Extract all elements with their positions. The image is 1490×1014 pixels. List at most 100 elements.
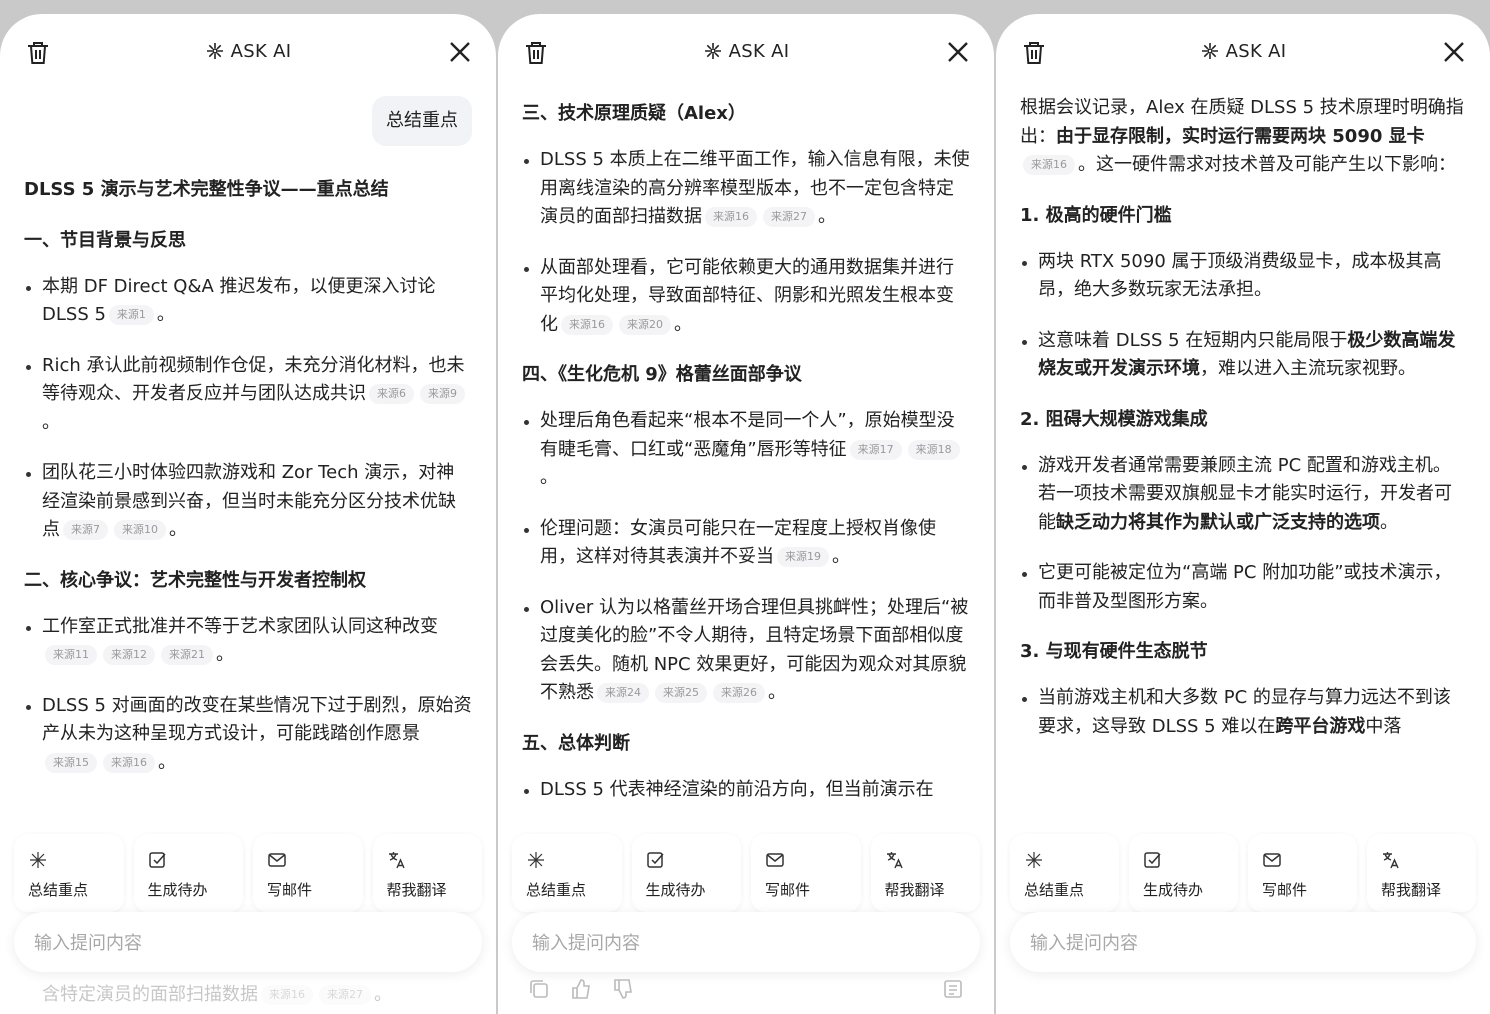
chat-content: 根据会议记录，Alex 在质疑 DLSS 5 技术原理时明确指出：由于显存限制，… — [1020, 94, 1466, 741]
source-tag[interactable]: 来源11 — [45, 645, 97, 665]
summary-icon — [30, 852, 46, 868]
trash-icon[interactable] — [26, 40, 50, 66]
section-heading: 四、《生化危机 9》格蕾丝面部争议 — [522, 364, 802, 385]
chat-content: 总结重点 DLSS 5 演示与艺术完整性争议——重点总结 一、节目背景与反思 本… — [24, 96, 472, 777]
list-item: 本期 DF Direct Q&A 推迟发布，以便更深入讨论 DLSS 5 来源1。 — [24, 273, 472, 330]
quick-actions: 总结重点 生成待办 写邮件 帮我翻译 — [14, 834, 482, 914]
ask-ai-panel-2: ASK AI 三、技术原理质疑（Alex） DLSS 5 本质上在二维平面工作，… — [498, 14, 994, 1014]
ai-sparkle-icon — [206, 43, 223, 59]
summarize-button[interactable]: 总结重点 — [14, 834, 124, 912]
section-heading: 二、核心争议：艺术完整性与开发者控制权 — [24, 569, 366, 591]
close-icon[interactable] — [946, 40, 970, 64]
source-tag[interactable]: 来源18 — [907, 439, 960, 460]
panel-header: ASK AI — [498, 14, 994, 90]
source-tag[interactable]: 来源26 — [713, 683, 765, 703]
chat-content: 三、技术原理质疑（Alex） DLSS 5 本质上在二维平面工作，输入信息有限，… — [522, 96, 970, 804]
thumbs-up-icon[interactable] — [570, 978, 592, 1000]
source-tag[interactable]: 来源17 — [849, 439, 902, 460]
summary-title: DLSS 5 演示与艺术完整性争议——重点总结 — [24, 179, 389, 200]
answer-intro: 根据会议记录，Alex 在质疑 DLSS 5 技术原理时明确指出：由于显存限制，… — [1020, 97, 1464, 175]
translate-button[interactable]: 帮我翻译 — [372, 834, 482, 912]
ai-sparkle-icon — [1201, 43, 1218, 59]
section-heading: 三、技术原理质疑（Alex） — [522, 103, 746, 124]
question-input[interactable]: 输入提问内容 — [14, 912, 482, 972]
source-tag[interactable]: 来源16 — [705, 207, 757, 227]
list-item: Rich 承认此前视频制作仓促，未充分消化材料，也未等待观众、开发者反应并与团队… — [24, 352, 472, 438]
todo-button[interactable]: 生成待办 — [133, 834, 243, 912]
list-item: 处理后角色看起来“根本不是同一个人”，原始模型没有睫毛膏、口红或“恶魔角”唇形等… — [522, 407, 970, 493]
question-input[interactable]: 输入提问内容 — [1010, 912, 1476, 972]
list-item: Oliver 认为以格蕾丝开场合理但具挑衅性；处理后“被过度美化的脸”不令人期待… — [522, 594, 970, 708]
quick-actions: 总结重点 生成待办 写邮件 帮我翻译 — [1010, 834, 1476, 914]
trash-icon[interactable] — [524, 40, 548, 66]
translate-icon — [1383, 852, 1399, 869]
email-button[interactable]: 写邮件 — [1248, 834, 1357, 912]
ask-ai-panel-1: ASK AI 总结重点 DLSS 5 演示与艺术完整性争议——重点总结 一、节目… — [0, 14, 496, 1014]
section-heading: 五、总体判断 — [522, 732, 630, 754]
source-tag[interactable]: 来源10 — [114, 520, 166, 540]
source-tag[interactable]: 来源19 — [777, 547, 829, 567]
section-heading: 一、节目背景与反思 — [24, 229, 186, 251]
list-item: DLSS 5 对画面的改变在某些情况下过于剧烈，原始资产从未为这种呈现方式设计，… — [24, 692, 472, 778]
page-title: ASK AI — [1225, 40, 1287, 62]
list-item: 从面部处理看，它可能依赖更大的通用数据集并进行平均化处理，导致面部特征、阴影和光… — [522, 254, 970, 340]
panel-header: ASK AI — [996, 14, 1490, 90]
translate-icon — [388, 852, 405, 869]
list-item: 两块 RTX 5090 属于顶级消费级显卡，成本极其高昂，绝大多数玩家无法承担。 — [1020, 248, 1466, 305]
question-input[interactable]: 输入提问内容 — [512, 912, 980, 972]
close-icon[interactable] — [1442, 40, 1466, 64]
mail-icon — [268, 853, 286, 867]
mail-icon — [1263, 853, 1281, 867]
source-tag[interactable]: 来源25 — [655, 683, 707, 703]
trash-icon[interactable] — [1022, 40, 1046, 66]
quick-actions: 总结重点 生成待办 写邮件 帮我翻译 — [512, 834, 980, 914]
source-tag[interactable]: 来源16 — [1023, 155, 1075, 175]
message-toolbar — [526, 978, 966, 1002]
list-item: 游戏开发者通常需要兼顾主流 PC 配置和游戏主机。若一项技术需要双旗舰显卡才能实… — [1020, 452, 1466, 538]
todo-button[interactable]: 生成待办 — [1129, 834, 1238, 912]
section-heading: 1. 极高的硬件门槛 — [1020, 204, 1172, 226]
checkbox-icon — [148, 852, 166, 868]
source-tag[interactable]: 来源15 — [45, 752, 97, 773]
thumbs-down-icon[interactable] — [612, 978, 634, 1000]
list-item: 它更可能被定位为“高端 PC 附加功能”或技术演示，而非普及型图形方案。 — [1020, 559, 1466, 616]
source-tag[interactable]: 来源12 — [103, 645, 155, 665]
list-item: 这意味着 DLSS 5 在短期内只能局限于极少数高端发烧友或开发演示环境，难以进… — [1020, 327, 1466, 384]
source-tag[interactable]: 来源16 — [103, 752, 155, 773]
source-tag[interactable]: 来源24 — [597, 683, 649, 703]
list-item: 伦理问题：女演员可能只在一定程度上授权肖像使用，这样对待其表演并不妥当 来源19。 — [522, 515, 970, 572]
source-tag[interactable]: 来源16 — [561, 314, 613, 335]
summarize-button[interactable]: 总结重点 — [512, 834, 622, 912]
source-tag[interactable]: 来源1 — [108, 305, 154, 325]
list-item: 当前游戏主机和大多数 PC 的显存与算力远达不到该要求，这导致 DLSS 5 难… — [1020, 684, 1466, 741]
close-icon[interactable] — [448, 40, 472, 64]
summarize-button[interactable]: 总结重点 — [1010, 834, 1119, 912]
source-tag[interactable]: 来源20 — [619, 314, 671, 335]
source-tag[interactable]: 来源27 — [763, 207, 815, 227]
source-tag[interactable]: 来源6 — [369, 384, 414, 404]
translate-icon — [886, 852, 903, 869]
checkbox-icon — [646, 852, 664, 868]
translate-button[interactable]: 帮我翻译 — [870, 834, 980, 912]
page-title: ASK AI — [728, 40, 790, 62]
panel-header: ASK AI — [0, 14, 496, 90]
todo-button[interactable]: 生成待办 — [631, 834, 741, 912]
summary-icon — [1026, 852, 1042, 868]
mail-icon — [766, 853, 784, 867]
list-item: DLSS 5 本质上在二维平面工作，输入信息有限，未使用离线渲染的高分辨率模型版… — [522, 146, 970, 232]
copy-icon[interactable] — [528, 978, 550, 1000]
ai-sparkle-icon — [704, 43, 721, 59]
list-item: 团队花三小时体验四款游戏和 Zor Tech 演示，对神经渲染前景感到兴奋，但当… — [24, 459, 472, 545]
source-tag[interactable]: 来源9 — [420, 384, 465, 404]
source-tag[interactable]: 来源21 — [161, 645, 213, 665]
email-button[interactable]: 写邮件 — [253, 834, 363, 912]
page-title: ASK AI — [230, 40, 292, 62]
source-tag[interactable]: 来源7 — [63, 520, 108, 540]
user-message: 总结重点 — [372, 96, 472, 146]
email-button[interactable]: 写邮件 — [751, 834, 861, 912]
note-icon[interactable] — [942, 978, 964, 1000]
ask-ai-panel-3: ASK AI 根据会议记录，Alex 在质疑 DLSS 5 技术原理时明确指出：… — [996, 14, 1490, 1014]
list-item: DLSS 5 代表神经渲染的前沿方向，但当前演示在 — [522, 776, 970, 805]
checkbox-icon — [1144, 852, 1161, 868]
translate-button[interactable]: 帮我翻译 — [1367, 834, 1476, 912]
